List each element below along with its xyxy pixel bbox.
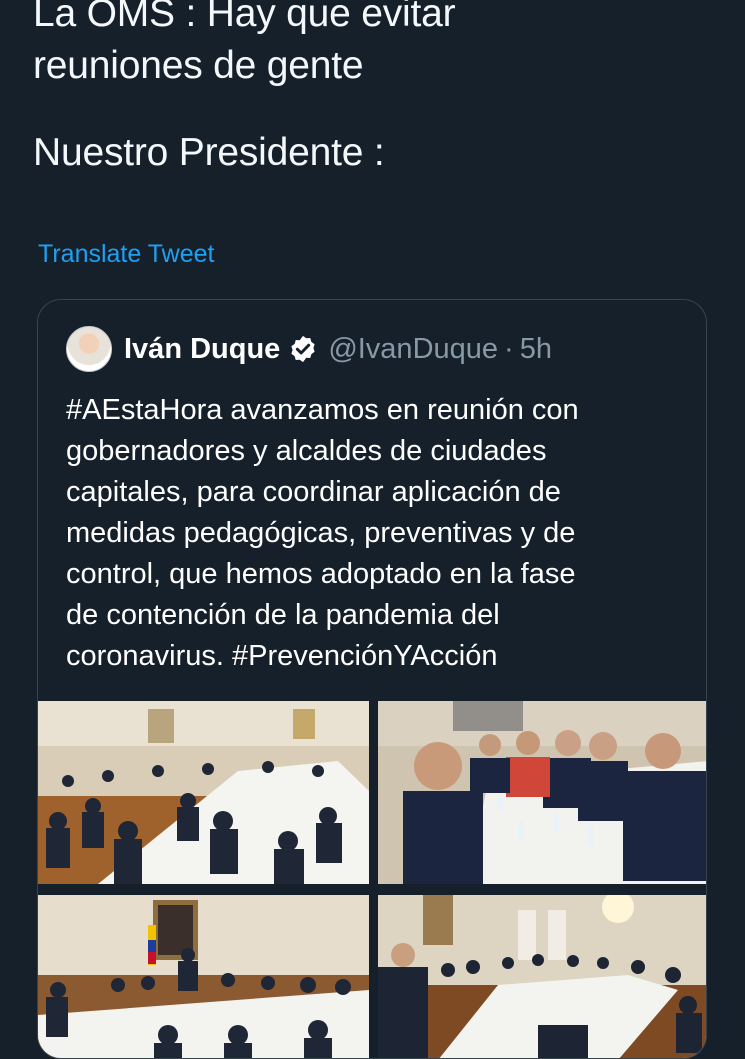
quoted-line-6: de contención de la pandemia del: [66, 599, 500, 631]
quoted-tweet-text: #AEstaHora avanzamos en reunión con gobe…: [66, 390, 686, 677]
avatar[interactable]: [66, 326, 112, 372]
media-grid: [38, 701, 706, 1058]
tweet-timestamp[interactable]: 5h: [520, 333, 552, 366]
meeting-photo-2[interactable]: [378, 701, 706, 884]
quoted-tweet-header: Iván Duque @IvanDuque · 5h: [66, 326, 552, 372]
quoted-tweet-card[interactable]: Iván Duque @IvanDuque · 5h #AEstaHora av…: [37, 299, 707, 1059]
tweet-line-3: Nuestro Presidente :: [33, 131, 385, 174]
tweet-line-1: La OMS : Hay que evitar: [33, 0, 456, 35]
quoted-line-2: gobernadores y alcaldes de ciudades: [66, 435, 547, 467]
tweet-body: La OMS : Hay que evitar reuniones de gen…: [33, 0, 713, 179]
quoted-line-3: capitales, para coordinar aplicación de: [66, 476, 561, 508]
translate-tweet-link[interactable]: Translate Tweet: [38, 240, 214, 269]
meeting-photo-3[interactable]: [38, 895, 369, 1058]
quoted-line-1: #AEstaHora avanzamos en reunión con: [66, 394, 579, 426]
meeting-photo-1[interactable]: [38, 701, 369, 884]
separator-dot: ·: [504, 332, 514, 365]
tweet-line-2: reuniones de gente: [33, 44, 364, 87]
author-name[interactable]: Iván Duque: [124, 333, 280, 366]
author-handle[interactable]: @IvanDuque: [328, 333, 498, 366]
quoted-line-5: control, que hemos adoptado en la fase: [66, 558, 576, 590]
meeting-photo-4[interactable]: [378, 895, 706, 1058]
verified-badge-icon: [291, 335, 315, 363]
quoted-line-7: coronavirus. #PrevenciónYAcción: [66, 640, 498, 672]
quoted-line-4: medidas pedagógicas, preventivas y de: [66, 517, 576, 549]
